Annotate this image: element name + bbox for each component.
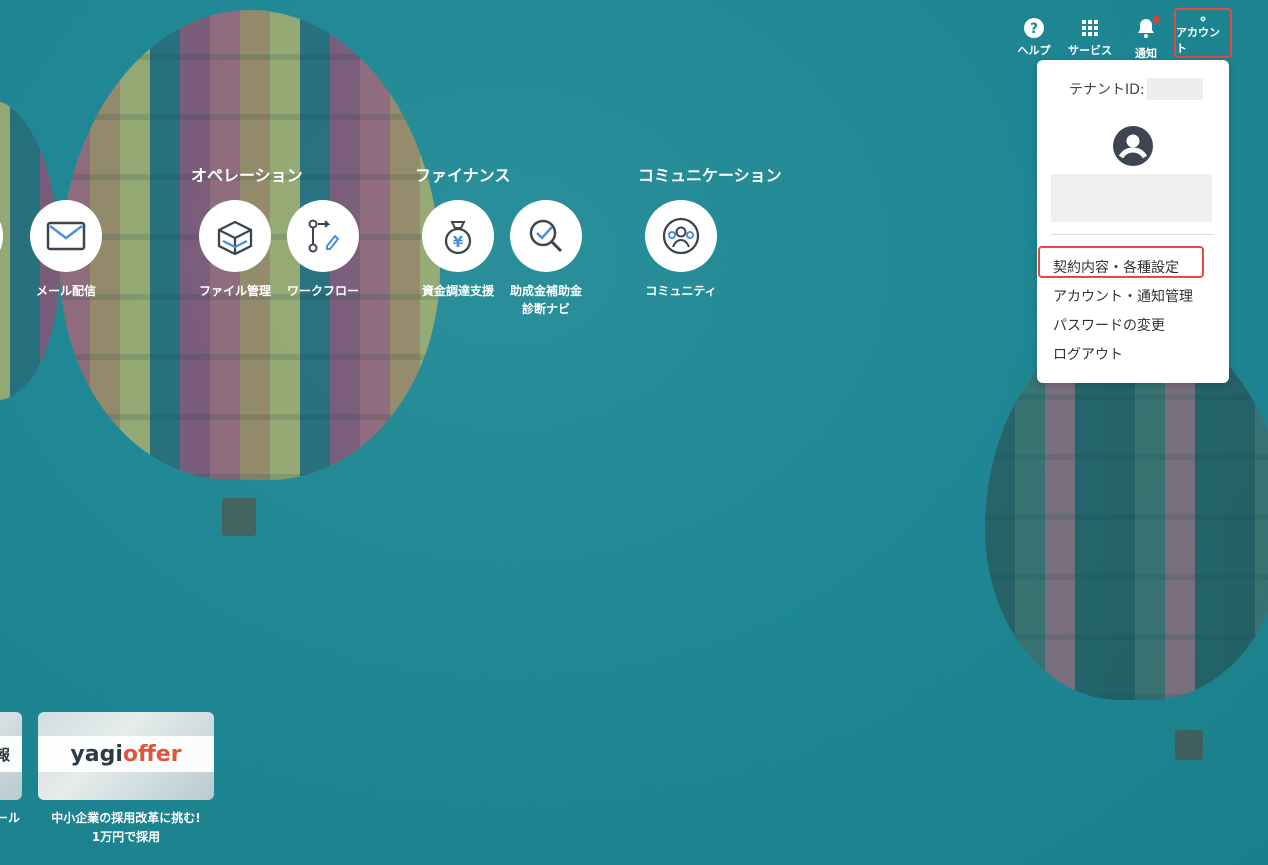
- yagioffer-logo: yagi offer: [38, 736, 214, 772]
- yagioffer-logo-part2: offer: [122, 741, 182, 767]
- app-subsidy-label: 助成金補助金 診断ナビ: [509, 284, 582, 316]
- account-label: アカウント: [1176, 26, 1220, 55]
- community-icon: [662, 217, 700, 255]
- tenant-id-label: テナントID:: [1069, 82, 1145, 98]
- dropdown-divider: [1051, 234, 1214, 235]
- box-icon: [217, 220, 253, 256]
- app-community[interactable]: コミュニティ: [636, 200, 726, 300]
- workflow-icon: [308, 219, 340, 253]
- banner-left-partial[interactable]: 報: [0, 712, 22, 800]
- yagioffer-logo-part1: yagi: [70, 741, 123, 767]
- app-mail-label: メール配信: [35, 284, 96, 298]
- banner-left-strip-text: 報: [0, 745, 10, 764]
- help-label: ヘルプ: [1017, 44, 1051, 57]
- account-dropdown: テナントID: 契約内容・各種設定 アカウント・通知管理 パスワードの変更 ログ…: [1037, 60, 1229, 383]
- menu-item-contract-settings[interactable]: 契約内容・各種設定: [1053, 257, 1179, 277]
- app-partial-left[interactable]: [0, 200, 12, 272]
- services-label: サービス: [1068, 44, 1112, 57]
- app-community-label: コミュニティ: [645, 284, 717, 298]
- category-operation: オペレーション: [191, 166, 303, 185]
- money-bag-icon: ¥: [444, 221, 472, 255]
- app-workflow-label: ワークフロー: [286, 284, 359, 298]
- menu-item-account-notifications[interactable]: アカウント・通知管理: [1053, 286, 1193, 306]
- user-avatar-icon: [1113, 126, 1153, 166]
- app-funding-label: 資金調達支援: [421, 284, 494, 298]
- app-mail[interactable]: メール配信: [21, 200, 111, 300]
- banner-yagioffer-caption: 中小企業の採用改革に挑む! 1万円で採用: [51, 811, 201, 844]
- top-bar: ? ヘルプ サービス 通知 アカウント: [1006, 8, 1232, 61]
- banner-yagioffer[interactable]: yagi offer: [38, 712, 214, 800]
- menu-item-change-password[interactable]: パスワードの変更: [1053, 315, 1165, 335]
- svg-text:¥: ¥: [453, 233, 464, 251]
- account-circle-icon: [1200, 16, 1206, 22]
- user-name-redacted: [1051, 174, 1212, 222]
- menu-item-logout[interactable]: ログアウト: [1053, 344, 1123, 364]
- notification-dot: [1153, 16, 1160, 23]
- tenant-id: テナントID:: [1069, 78, 1203, 100]
- banner-left-caption: ール: [0, 811, 21, 825]
- help-icon: ?: [1024, 18, 1044, 38]
- search-check-icon: [529, 219, 563, 253]
- mail-icon: [46, 221, 86, 251]
- app-file-label: ファイル管理: [198, 284, 271, 298]
- grid-icon: [1082, 20, 1098, 36]
- help-button[interactable]: ? ヘルプ: [1006, 16, 1062, 61]
- app-workflow[interactable]: ワークフロー: [278, 200, 368, 300]
- app-subsidy[interactable]: 助成金補助金 診断ナビ: [501, 200, 591, 318]
- services-button[interactable]: サービス: [1062, 16, 1118, 61]
- account-button[interactable]: アカウント: [1174, 8, 1232, 58]
- balloon-left-basket: [222, 498, 256, 536]
- category-finance: ファイナンス: [415, 166, 511, 185]
- notifications-label: 通知: [1135, 47, 1157, 60]
- tenant-id-value-redacted: [1146, 78, 1203, 100]
- balloon-right-basket: [1175, 730, 1203, 760]
- app-file[interactable]: ファイル管理: [190, 200, 280, 300]
- svg-text:?: ?: [1030, 21, 1038, 37]
- category-communication: コミュニケーション: [638, 166, 782, 185]
- notifications-button[interactable]: 通知: [1118, 16, 1174, 61]
- app-funding[interactable]: ¥ 資金調達支援: [413, 200, 503, 300]
